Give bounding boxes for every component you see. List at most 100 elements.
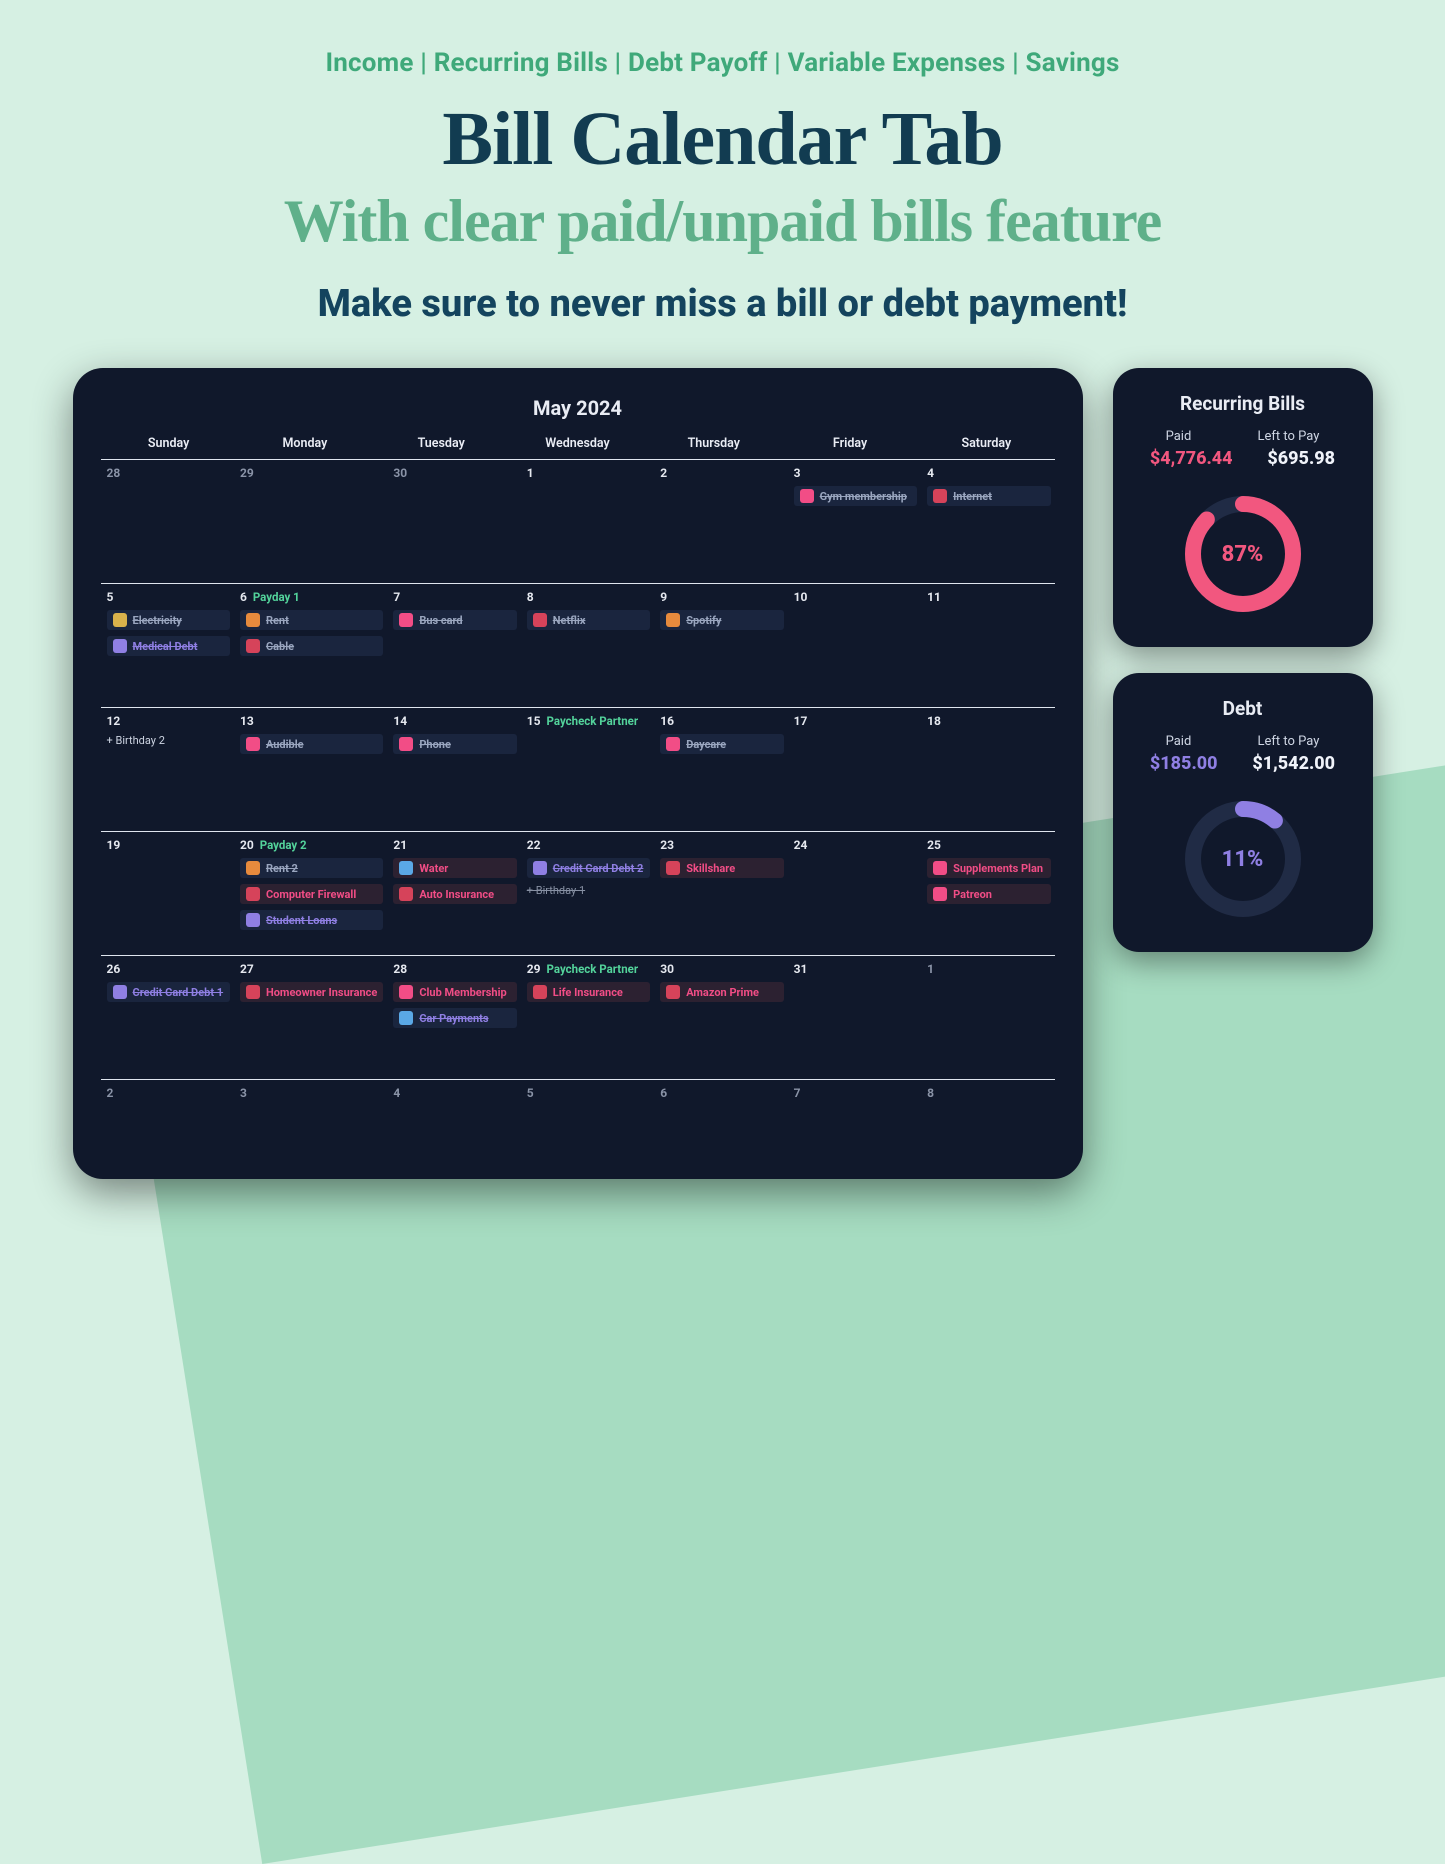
- day-meta: Payday 2: [260, 838, 307, 852]
- day-number: 31: [794, 962, 808, 976]
- calendar-cell[interactable]: 19: [101, 831, 234, 955]
- bill-color-icon: [666, 985, 680, 999]
- bill-chip[interactable]: Cable: [240, 636, 383, 656]
- calendar-cell[interactable]: 4: [387, 1079, 520, 1145]
- bill-color-icon: [399, 1011, 413, 1025]
- bill-chip[interactable]: Life Insurance: [527, 982, 650, 1002]
- bill-label: Spotify: [686, 614, 721, 627]
- bill-chip[interactable]: Club Membership: [393, 982, 516, 1002]
- bill-chip[interactable]: Rent 2: [240, 858, 383, 878]
- bill-chip[interactable]: Netflix: [527, 610, 650, 630]
- calendar-cell[interactable]: 22Credit Card Debt 2+ Birthday 1: [521, 831, 654, 955]
- calendar-cell[interactable]: 13Audible: [234, 707, 387, 831]
- calendar-cell[interactable]: 7Bus card: [387, 583, 520, 707]
- weekday-label: Wednesday: [509, 436, 645, 459]
- weekday-label: Friday: [782, 436, 918, 459]
- calendar-cell[interactable]: 3: [234, 1079, 387, 1145]
- bill-chip[interactable]: Car Payments: [393, 1008, 516, 1028]
- calendar-cell[interactable]: 26 Credit Card Debt 1: [101, 955, 234, 1079]
- day-number: 7: [794, 1086, 801, 1100]
- day-number: 29: [527, 962, 541, 976]
- bill-chip[interactable]: Internet: [927, 486, 1050, 506]
- calendar-cell[interactable]: 29: [234, 459, 387, 583]
- calendar-cell[interactable]: 16Daycare: [654, 707, 787, 831]
- day-number: 11: [927, 590, 941, 604]
- calendar-cell[interactable]: 10: [788, 583, 921, 707]
- calendar-cell[interactable]: 23Skillshare: [654, 831, 787, 955]
- day-number: 8: [927, 1086, 934, 1100]
- calendar-cell[interactable]: 14 Phone: [387, 707, 520, 831]
- bill-chip[interactable]: Auto Insurance: [393, 884, 516, 904]
- day-number: 19: [107, 838, 121, 852]
- calendar-cell[interactable]: 8Netflix: [521, 583, 654, 707]
- weekday-label: Saturday: [918, 436, 1054, 459]
- calendar-cell[interactable]: 29Paycheck PartnerLife Insurance: [521, 955, 654, 1079]
- calendar-cell[interactable]: 28: [101, 459, 234, 583]
- day-number: 14: [393, 714, 407, 728]
- calendar-cell[interactable]: 30Amazon Prime: [654, 955, 787, 1079]
- day-number: 26: [107, 962, 121, 976]
- bill-chip[interactable]: Medical Debt: [107, 636, 230, 656]
- bill-chip[interactable]: Daycare: [660, 734, 783, 754]
- bill-chip[interactable]: Amazon Prime: [660, 982, 783, 1002]
- calendar-cell[interactable]: 8: [921, 1079, 1054, 1145]
- day-number: 6: [240, 590, 247, 604]
- bill-label: Water: [419, 862, 448, 875]
- bill-chip[interactable]: Credit Card Debt 2: [527, 858, 650, 878]
- calendar-cell[interactable]: 2: [654, 459, 787, 583]
- debt-pct: 11%: [1178, 794, 1308, 924]
- bill-chip[interactable]: Skillshare: [660, 858, 783, 878]
- calendar-cell[interactable]: 27Homeowner Insurance: [234, 955, 387, 1079]
- calendar-cell[interactable]: 18: [921, 707, 1054, 831]
- bill-chip[interactable]: Audible: [240, 734, 383, 754]
- bill-color-icon: [933, 887, 947, 901]
- bill-color-icon: [533, 985, 547, 999]
- calendar-cell[interactable]: 5: [521, 1079, 654, 1145]
- bill-chip[interactable]: Electricity: [107, 610, 230, 630]
- day-number: 25: [927, 838, 941, 852]
- bill-chip[interactable]: Computer Firewall: [240, 884, 383, 904]
- calendar-cell[interactable]: 6: [654, 1079, 787, 1145]
- calendar-grid: 282930123Gym membership4Internet5Electri…: [101, 459, 1055, 1145]
- calendar-cell[interactable]: 25 Supplements Plan Patreon: [921, 831, 1054, 955]
- bill-chip[interactable]: Phone: [393, 734, 516, 754]
- bill-chip[interactable]: Homeowner Insurance: [240, 982, 383, 1002]
- calendar-cell[interactable]: 24: [788, 831, 921, 955]
- day-number: 12: [107, 714, 121, 728]
- calendar-cell[interactable]: 3Gym membership: [788, 459, 921, 583]
- bill-chip[interactable]: Supplements Plan: [927, 858, 1050, 878]
- bill-label: Skillshare: [686, 862, 735, 875]
- calendar-cell[interactable]: 20Payday 2Rent 2Computer FirewallStudent…: [234, 831, 387, 955]
- calendar-cell[interactable]: 2: [101, 1079, 234, 1145]
- bill-chip[interactable]: Water: [393, 858, 516, 878]
- bill-label: Computer Firewall: [266, 888, 356, 901]
- bill-color-icon: [399, 985, 413, 999]
- calendar-weekday-header: SundayMondayTuesdayWednesdayThursdayFrid…: [101, 436, 1055, 459]
- calendar-cell[interactable]: 28Club MembershipCar Payments: [387, 955, 520, 1079]
- bill-chip[interactable]: Patreon: [927, 884, 1050, 904]
- bill-chip[interactable]: Spotify: [660, 610, 783, 630]
- calendar-cell[interactable]: 4Internet: [921, 459, 1054, 583]
- calendar-cell[interactable]: 9Spotify: [654, 583, 787, 707]
- bill-color-icon: [933, 489, 947, 503]
- calendar-cell[interactable]: 6Payday 1RentCable: [234, 583, 387, 707]
- calendar-cell[interactable]: 11: [921, 583, 1054, 707]
- calendar-cell[interactable]: 31: [788, 955, 921, 1079]
- bill-chip[interactable]: Rent: [240, 610, 383, 630]
- calendar-cell[interactable]: 12+ Birthday 2: [101, 707, 234, 831]
- bill-chip[interactable]: Credit Card Debt 1: [107, 982, 230, 1002]
- calendar-cell[interactable]: 1: [921, 955, 1054, 1079]
- calendar-cell[interactable]: 7: [788, 1079, 921, 1145]
- bill-chip[interactable]: Bus card: [393, 610, 516, 630]
- bill-label: Phone: [419, 738, 451, 751]
- calendar-cell[interactable]: 30: [387, 459, 520, 583]
- bill-chip[interactable]: Student Loans: [240, 910, 383, 930]
- calendar-cell[interactable]: 5ElectricityMedical Debt: [101, 583, 234, 707]
- bill-chip[interactable]: Gym membership: [794, 486, 917, 506]
- calendar-cell[interactable]: 1: [521, 459, 654, 583]
- bill-label: Life Insurance: [553, 986, 623, 999]
- calendar-cell[interactable]: 17: [788, 707, 921, 831]
- calendar-cell[interactable]: 15Paycheck Partner: [521, 707, 654, 831]
- calendar-note: + Birthday 1: [527, 884, 650, 897]
- calendar-cell[interactable]: 21WaterAuto Insurance: [387, 831, 520, 955]
